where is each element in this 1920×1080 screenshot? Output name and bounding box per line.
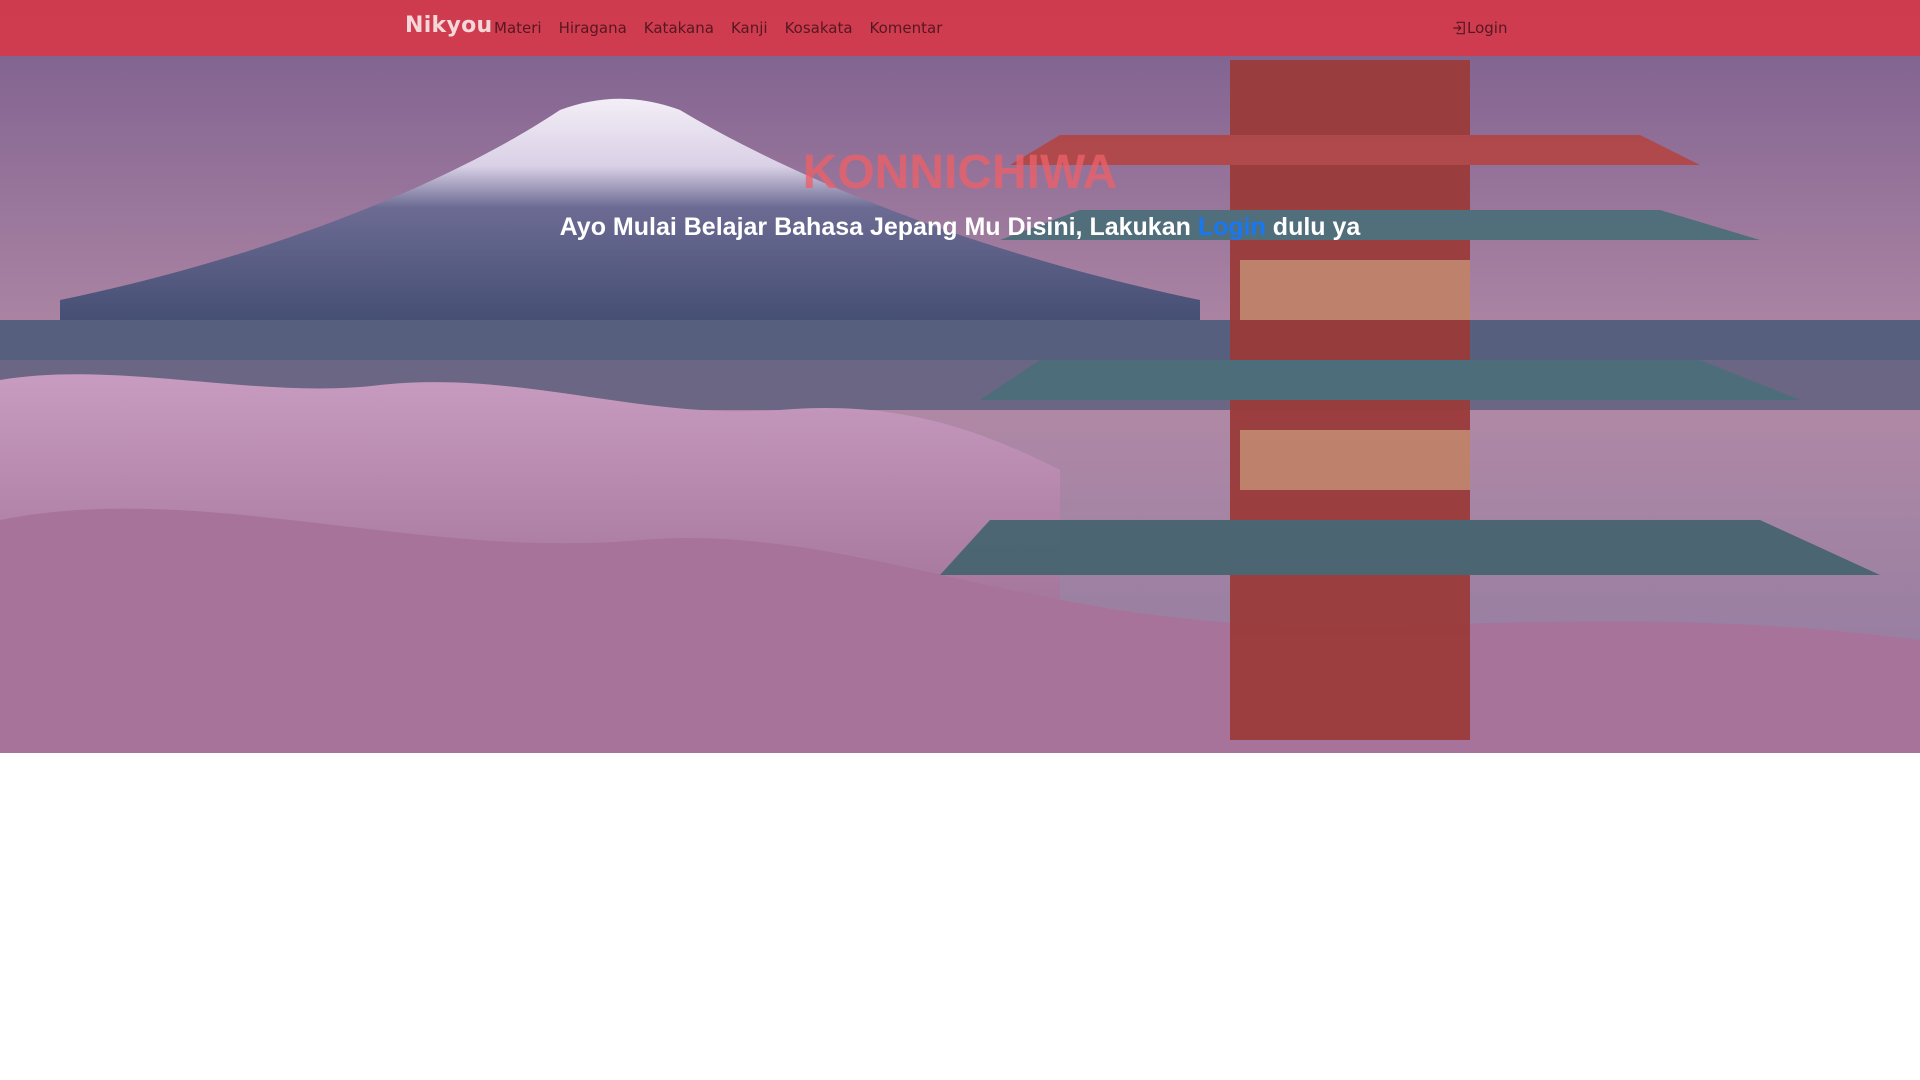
nav-login-link[interactable]: Login xyxy=(1452,0,1507,56)
hero-subtitle-text-before: Ayo Mulai Belajar Bahasa Jepang Mu Disin… xyxy=(559,213,1198,241)
brand-logo[interactable]: Nikyou xyxy=(405,13,493,38)
nav-login-label: Login xyxy=(1467,19,1508,37)
nav-link-kanji[interactable]: Kanji xyxy=(731,19,768,37)
hero-subtitle-text-after: dulu ya xyxy=(1265,213,1361,241)
hero-login-link[interactable]: Login xyxy=(1198,213,1266,241)
nav-link-kosakata[interactable]: Kosakata xyxy=(785,19,853,37)
hero-background-image xyxy=(0,0,1920,753)
hero-banner: KONNICHIWA Ayo Mulai Belajar Bahasa Jepa… xyxy=(0,0,1920,753)
top-navbar: Nikyou Materi Hiragana Katakana Kanji Ko… xyxy=(0,0,1920,56)
nav-link-materi[interactable]: Materi xyxy=(494,19,542,37)
nav-link-hiragana[interactable]: Hiragana xyxy=(559,19,627,37)
hero-title: KONNICHIWA xyxy=(802,146,1118,199)
nav-link-komentar[interactable]: Komentar xyxy=(870,19,943,37)
login-icon xyxy=(1453,21,1465,35)
nav-links: Materi Hiragana Katakana Kanji Kosakata … xyxy=(494,0,959,56)
hero-subtitle: Ayo Mulai Belajar Bahasa Jepang Mu Disin… xyxy=(0,213,1920,242)
nav-link-katakana[interactable]: Katakana xyxy=(644,19,714,37)
